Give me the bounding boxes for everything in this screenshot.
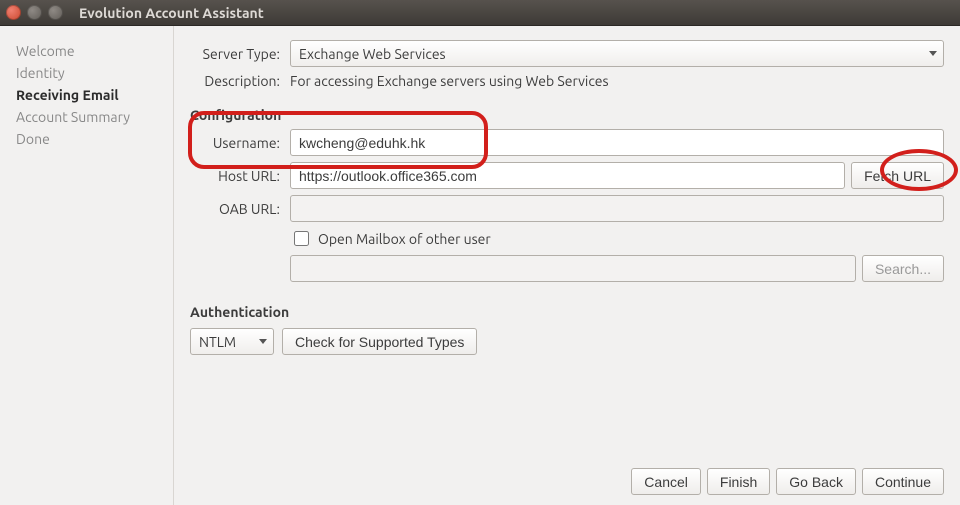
open-mailbox-check-input[interactable] (294, 231, 309, 246)
server-type-label: Server Type: (190, 46, 280, 62)
auth-method-select[interactable]: NTLM (190, 328, 274, 355)
window-title: Evolution Account Assistant (79, 5, 264, 21)
server-type-value: Exchange Web Services (299, 46, 446, 62)
maximize-icon[interactable] (48, 5, 63, 20)
sidebar-item-welcome[interactable]: Welcome (0, 40, 173, 62)
close-icon[interactable] (6, 5, 21, 20)
continue-button[interactable]: Continue (862, 468, 944, 495)
finish-button[interactable]: Finish (707, 468, 770, 495)
host-url-input[interactable] (290, 162, 845, 189)
sidebar-item-label: Done (16, 131, 50, 147)
minimize-icon[interactable] (27, 5, 42, 20)
chevron-down-icon (259, 339, 267, 344)
search-button: Search... (862, 255, 944, 282)
check-supported-types-button[interactable]: Check for Supported Types (282, 328, 477, 355)
go-back-button[interactable]: Go Back (776, 468, 856, 495)
username-label: Username: (190, 135, 280, 151)
server-type-select[interactable]: Exchange Web Services (290, 40, 944, 67)
host-url-label: Host URL: (190, 168, 280, 184)
authentication-title: Authentication (190, 304, 944, 320)
titlebar: Evolution Account Assistant (0, 0, 960, 26)
sidebar-item-label: Identity (16, 65, 65, 81)
open-mailbox-label: Open Mailbox of other user (318, 231, 491, 247)
cancel-button[interactable]: Cancel (631, 468, 701, 495)
fetch-url-button[interactable]: Fetch URL (851, 162, 944, 189)
description-label: Description: (190, 73, 280, 89)
footer-buttons: Cancel Finish Go Back Continue (190, 458, 944, 495)
sidebar-item-label: Account Summary (16, 109, 130, 125)
wizard-sidebar: Welcome Identity Receiving Email Account… (0, 26, 174, 505)
sidebar-item-identity[interactable]: Identity (0, 62, 173, 84)
oab-url-input[interactable] (290, 195, 944, 222)
sidebar-item-label: Receiving Email (16, 87, 119, 103)
oab-url-label: OAB URL: (190, 201, 280, 217)
sidebar-item-account-summary[interactable]: Account Summary (0, 106, 173, 128)
configuration-title: Configuration (190, 107, 944, 123)
open-mailbox-checkbox[interactable]: Open Mailbox of other user (290, 228, 491, 249)
auth-method-value: NTLM (199, 334, 236, 350)
sidebar-item-label: Welcome (16, 43, 75, 59)
other-mailbox-input (290, 255, 856, 282)
main-panel: Server Type: Exchange Web Services Descr… (174, 26, 960, 505)
chevron-down-icon (929, 51, 937, 56)
sidebar-item-done[interactable]: Done (0, 128, 173, 150)
sidebar-item-receiving-email[interactable]: Receiving Email (0, 84, 173, 106)
username-input[interactable] (290, 129, 944, 156)
description-text: For accessing Exchange servers using Web… (290, 73, 609, 89)
